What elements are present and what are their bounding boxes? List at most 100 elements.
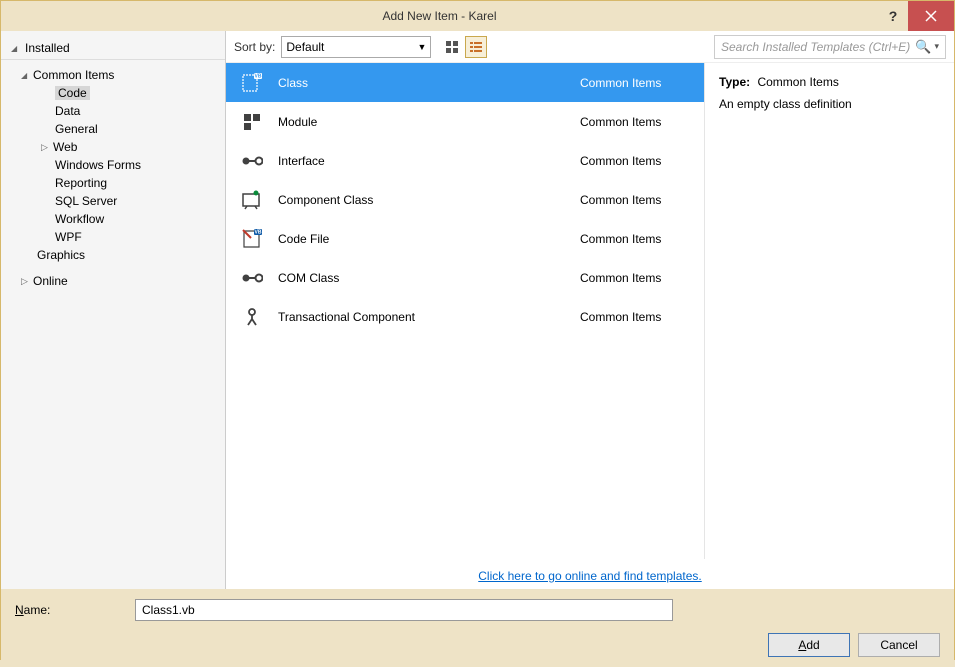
list-item-class[interactable]: VB Class Common Items bbox=[226, 63, 704, 102]
name-row: Name: bbox=[15, 599, 940, 621]
item-category: Common Items bbox=[580, 271, 690, 285]
tree-label: Web bbox=[53, 140, 77, 154]
tree-item-web[interactable]: Web bbox=[1, 138, 225, 156]
sidebar-tree: Common Items Code Data General Web Windo… bbox=[1, 60, 225, 296]
main-panel: Sort by: Default ▼ 🔍 ▾ bbox=[226, 31, 954, 589]
sortby-value: Default bbox=[286, 40, 324, 54]
tree-item-online[interactable]: Online bbox=[1, 272, 225, 290]
svg-text:VB: VB bbox=[255, 73, 262, 79]
list-item-code-file[interactable]: VB Code File Common Items bbox=[226, 219, 704, 258]
com-icon bbox=[240, 266, 264, 290]
search-box[interactable]: 🔍 ▾ bbox=[714, 35, 946, 59]
tree-item-reporting[interactable]: Reporting bbox=[1, 174, 225, 192]
item-name: Component Class bbox=[278, 193, 566, 207]
tree-item-common-items[interactable]: Common Items bbox=[1, 66, 225, 84]
add-button[interactable]: Add bbox=[768, 633, 850, 657]
tree-item-wpf[interactable]: WPF bbox=[1, 228, 225, 246]
svg-text:VB: VB bbox=[255, 229, 262, 235]
dropdown-icon[interactable]: ▾ bbox=[934, 41, 939, 52]
item-name: Class bbox=[278, 76, 566, 90]
interface-icon bbox=[240, 149, 264, 173]
content-area: Installed Common Items Code Data General… bbox=[1, 31, 954, 589]
tree-label: Reporting bbox=[55, 176, 107, 190]
tree-item-code[interactable]: Code bbox=[1, 84, 225, 102]
detail-pane: Type: Common Items An empty class defini… bbox=[704, 63, 954, 559]
sortby-dropdown[interactable]: Default ▼ bbox=[281, 36, 431, 58]
cancel-button[interactable]: Cancel bbox=[858, 633, 940, 657]
tree-label: General bbox=[55, 122, 98, 136]
template-list: VB Class Common Items Module Common Item… bbox=[226, 63, 704, 559]
tree-label: Data bbox=[55, 104, 80, 118]
detail-type-row: Type: Common Items bbox=[719, 75, 940, 89]
search-icon[interactable]: 🔍 bbox=[915, 39, 931, 55]
tree-item-data[interactable]: Data bbox=[1, 102, 225, 120]
tree-label: SQL Server bbox=[55, 194, 117, 208]
close-button[interactable] bbox=[908, 1, 954, 31]
tree-label: WPF bbox=[55, 230, 82, 244]
help-button[interactable]: ? bbox=[878, 1, 908, 31]
window-controls: ? bbox=[878, 1, 954, 31]
component-icon bbox=[240, 188, 264, 212]
sidebar: Installed Common Items Code Data General… bbox=[1, 31, 226, 589]
close-icon bbox=[925, 10, 937, 22]
item-category: Common Items bbox=[580, 154, 690, 168]
tree-label: Windows Forms bbox=[55, 158, 141, 172]
dialog-buttons: Add Cancel bbox=[15, 633, 940, 657]
online-link-row: Click here to go online and find templat… bbox=[226, 559, 954, 589]
name-label: Name: bbox=[15, 603, 125, 617]
item-name: Module bbox=[278, 115, 566, 129]
tree-item-sql-server[interactable]: SQL Server bbox=[1, 192, 225, 210]
list-icon bbox=[469, 40, 483, 54]
toolbar: Sort by: Default ▼ 🔍 ▾ bbox=[226, 31, 954, 63]
view-list-button[interactable] bbox=[465, 36, 487, 58]
item-category: Common Items bbox=[580, 232, 690, 246]
tree-label: Graphics bbox=[37, 248, 85, 262]
class-icon: VB bbox=[240, 71, 264, 95]
list-item-transactional[interactable]: Transactional Component Common Items bbox=[226, 297, 704, 336]
view-grid-button[interactable] bbox=[441, 36, 463, 58]
grid-icon bbox=[445, 40, 459, 54]
tree-item-windows-forms[interactable]: Windows Forms bbox=[1, 156, 225, 174]
tree-item-workflow[interactable]: Workflow bbox=[1, 210, 225, 228]
chevron-right-icon bbox=[41, 142, 51, 153]
sidebar-header-installed[interactable]: Installed bbox=[1, 37, 225, 60]
list-item-module[interactable]: Module Common Items bbox=[226, 102, 704, 141]
detail-type-value: Common Items bbox=[757, 75, 838, 89]
list-item-component-class[interactable]: Component Class Common Items bbox=[226, 180, 704, 219]
list-area: VB Class Common Items Module Common Item… bbox=[226, 63, 954, 559]
tree-item-general[interactable]: General bbox=[1, 120, 225, 138]
sortby-label: Sort by: bbox=[234, 40, 275, 54]
item-category: Common Items bbox=[580, 310, 690, 324]
chevron-down-icon: ▼ bbox=[417, 42, 426, 52]
tree-label: Code bbox=[55, 86, 90, 100]
titlebar: Add New Item - Karel ? bbox=[1, 1, 954, 31]
chevron-down-icon bbox=[11, 43, 21, 53]
codefile-icon: VB bbox=[240, 227, 264, 251]
transactional-icon bbox=[240, 305, 264, 329]
item-name: Transactional Component bbox=[278, 310, 566, 324]
search-input[interactable] bbox=[721, 40, 915, 54]
item-category: Common Items bbox=[580, 115, 690, 129]
item-name: Interface bbox=[278, 154, 566, 168]
online-templates-link[interactable]: Click here to go online and find templat… bbox=[478, 569, 701, 583]
detail-type-label: Type: bbox=[719, 75, 750, 89]
detail-description: An empty class definition bbox=[719, 97, 940, 111]
tree-label: Common Items bbox=[33, 68, 114, 82]
tree-label: Online bbox=[33, 274, 68, 288]
tree-label: Workflow bbox=[55, 212, 104, 226]
item-category: Common Items bbox=[580, 193, 690, 207]
chevron-right-icon bbox=[21, 276, 31, 287]
window-title: Add New Item - Karel bbox=[1, 9, 878, 23]
filename-input[interactable] bbox=[135, 599, 673, 621]
item-name: COM Class bbox=[278, 271, 566, 285]
item-name: Code File bbox=[278, 232, 566, 246]
bottom-panel: Name: Add Cancel bbox=[1, 589, 954, 667]
tree-item-graphics[interactable]: Graphics bbox=[1, 246, 225, 264]
list-item-interface[interactable]: Interface Common Items bbox=[226, 141, 704, 180]
sidebar-header-label: Installed bbox=[25, 41, 70, 55]
item-category: Common Items bbox=[580, 76, 690, 90]
list-item-com-class[interactable]: COM Class Common Items bbox=[226, 258, 704, 297]
view-buttons bbox=[441, 36, 487, 58]
module-icon bbox=[240, 110, 264, 134]
chevron-down-icon bbox=[21, 70, 31, 80]
